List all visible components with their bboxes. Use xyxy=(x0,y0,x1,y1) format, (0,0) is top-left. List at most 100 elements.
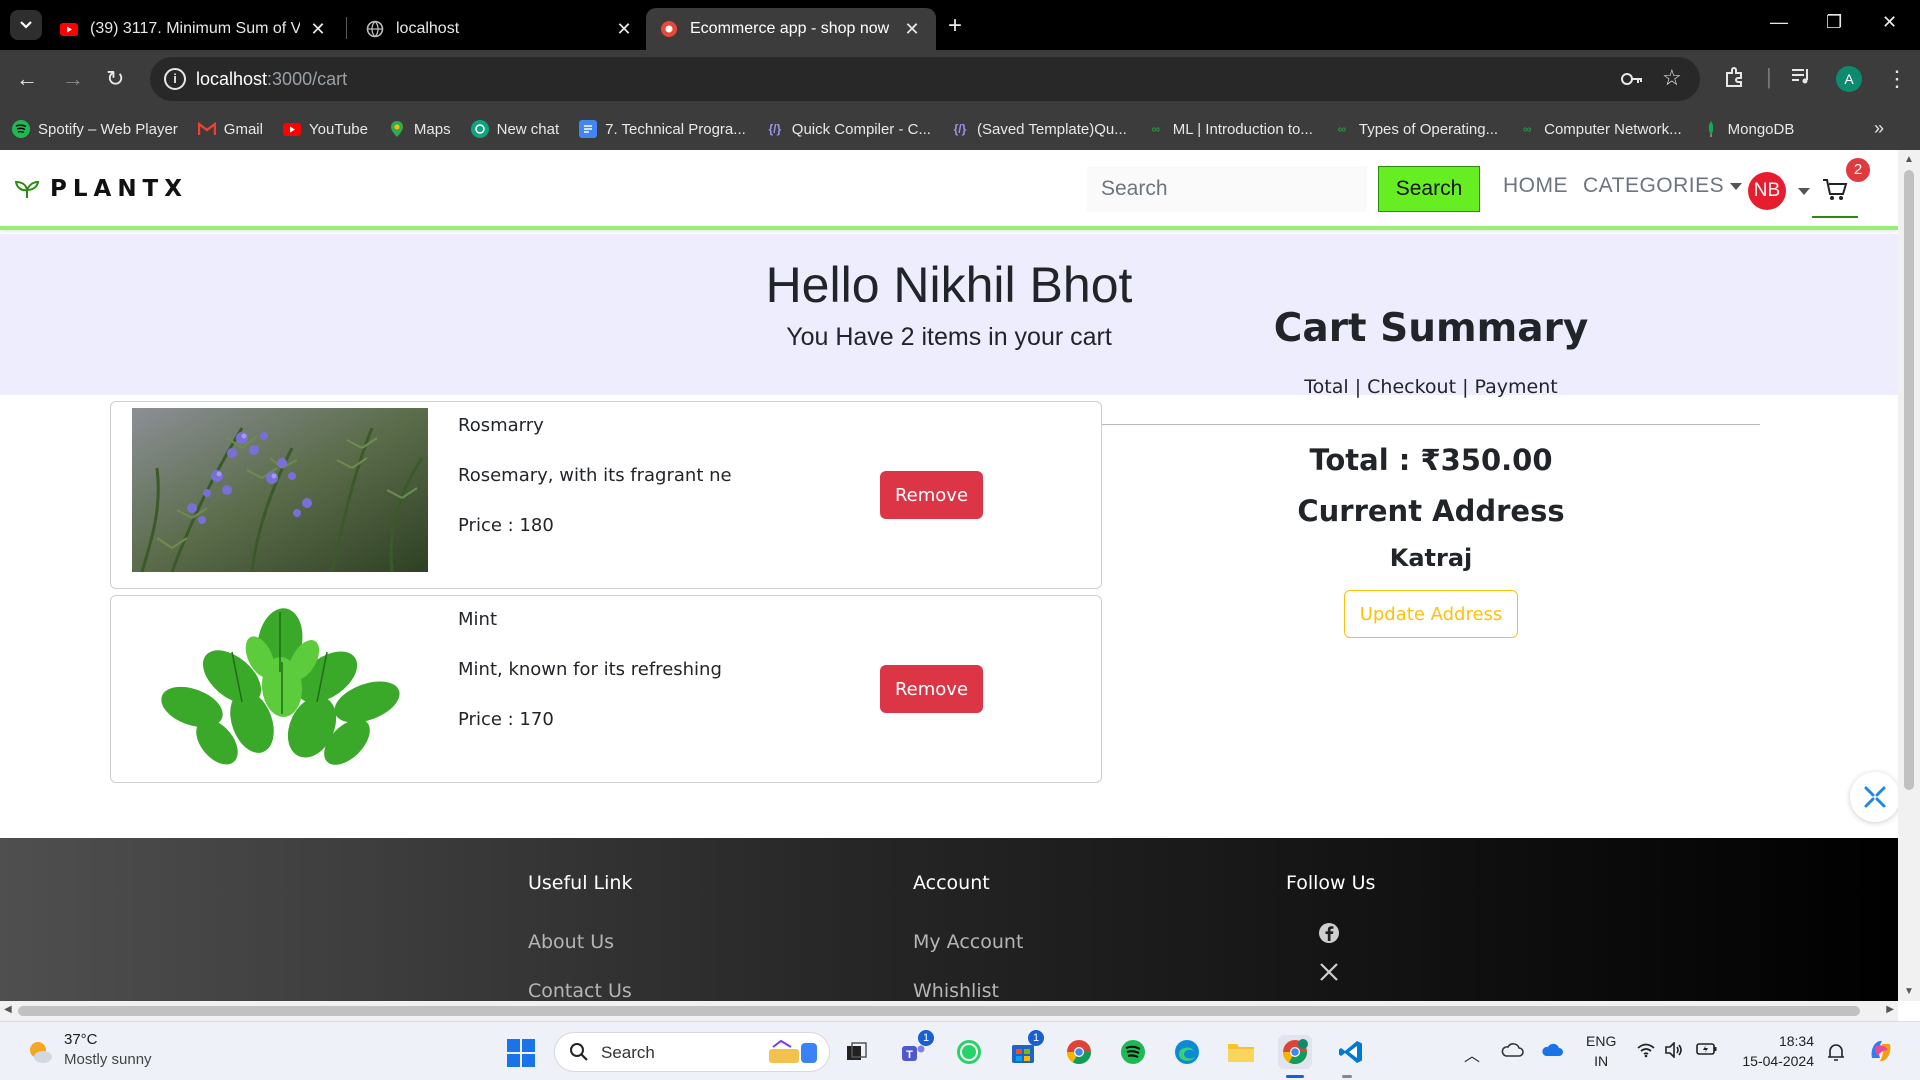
nav-categories-dropdown[interactable]: CATEGORIES xyxy=(1583,174,1743,198)
bookmark-ml-intro[interactable]: ∞ ML | Introduction to... xyxy=(1147,120,1313,138)
chrome-icon[interactable] xyxy=(1062,1035,1096,1069)
profile-avatar[interactable]: A xyxy=(1836,66,1862,92)
current-address: Katraj xyxy=(1389,544,1473,572)
footer-wishlist-link[interactable]: Whishlist xyxy=(913,980,999,1001)
bookmark-youtube[interactable]: YouTube xyxy=(282,120,368,138)
scroll-right-arrow-icon[interactable]: ▶ xyxy=(1886,1004,1894,1015)
spotify-icon xyxy=(12,120,30,138)
tab-ecommerce[interactable]: Ecommerce app - shop now ✕ xyxy=(646,8,936,50)
bookmark-quick-compiler[interactable]: {/} Quick Compiler - C... xyxy=(766,120,931,138)
bookmark-star-icon[interactable]: ☆ xyxy=(1662,65,1682,91)
input-language-indicator[interactable]: ENG IN xyxy=(1586,1031,1616,1071)
weather-condition[interactable]: Mostly sunny xyxy=(64,1051,152,1068)
site-info-icon[interactable]: i xyxy=(164,68,186,90)
scroll-down-arrow-icon[interactable]: ▼ xyxy=(1904,986,1914,997)
wifi-icon[interactable] xyxy=(1636,1042,1656,1058)
url-text: localhost:3000/cart xyxy=(196,69,348,89)
scroll-left-arrow-icon[interactable]: ◀ xyxy=(4,1004,12,1015)
media-controls-icon[interactable] xyxy=(1790,66,1812,86)
bookmark-mongodb[interactable]: MongoDB xyxy=(1702,120,1795,138)
bookmark-label: Gmail xyxy=(223,120,263,138)
weather-temperature[interactable]: 37°C xyxy=(64,1031,98,1048)
task-view-icon[interactable] xyxy=(840,1035,874,1069)
user-avatar[interactable]: NB xyxy=(1748,172,1786,210)
menu-kebab-icon[interactable]: ⋮ xyxy=(1886,66,1908,92)
bookmark-label: (Saved Template)Qu... xyxy=(976,120,1127,138)
windows-start-icon[interactable] xyxy=(506,1038,536,1068)
brand-name: PLANTX xyxy=(50,176,188,202)
bookmark-saved-template[interactable]: {/} (Saved Template)Qu... xyxy=(951,120,1127,138)
restore-icon[interactable]: ❐ xyxy=(1826,12,1842,33)
notification-bell-icon[interactable] xyxy=(1826,1042,1846,1062)
chrome-active-icon[interactable] xyxy=(1278,1035,1312,1069)
scroll-up-arrow-icon[interactable]: ▲ xyxy=(1904,154,1914,165)
scrollbar-thumb[interactable] xyxy=(18,1006,1860,1016)
onedrive-blue-icon[interactable] xyxy=(1540,1042,1564,1058)
close-tab-icon[interactable]: ✕ xyxy=(614,19,634,40)
search-button[interactable]: Search xyxy=(1378,166,1480,212)
footer-useful-link-heading: Useful Link xyxy=(528,872,633,894)
bookmark-maps[interactable]: Maps xyxy=(388,120,451,138)
bookmark-gmail[interactable]: Gmail xyxy=(197,120,263,138)
tab-localhost[interactable]: localhost ✕ xyxy=(352,8,648,50)
bookmark-label: MongoDB xyxy=(1727,120,1795,138)
item-price: Price : 180 xyxy=(458,515,554,536)
bookmark-spotify[interactable]: Spotify – Web Player xyxy=(12,120,178,138)
x-twitter-icon[interactable] xyxy=(1319,962,1339,982)
whatsapp-icon[interactable] xyxy=(952,1035,986,1069)
extensions-icon[interactable] xyxy=(1724,66,1746,88)
user-menu-caret-icon[interactable] xyxy=(1798,188,1810,195)
remove-item-button[interactable]: Remove xyxy=(880,471,983,519)
maps-icon xyxy=(388,120,406,138)
vscode-icon[interactable] xyxy=(1334,1035,1368,1069)
weather-sun-cloud-icon[interactable] xyxy=(26,1038,54,1066)
toolbar-divider: | xyxy=(1766,64,1772,89)
bookmark-os-types[interactable]: ∞ Types of Operating... xyxy=(1333,120,1499,138)
facebook-icon[interactable] xyxy=(1318,922,1340,944)
bookmark-technical[interactable]: 7. Technical Progra... xyxy=(579,120,746,138)
copilot-icon[interactable] xyxy=(1866,1036,1896,1066)
back-arrow-icon[interactable]: ← xyxy=(16,66,38,92)
running-app-indicator xyxy=(1342,1075,1352,1078)
close-tab-icon[interactable]: ✕ xyxy=(902,19,922,40)
close-window-icon[interactable]: ✕ xyxy=(1882,12,1897,33)
search-icon xyxy=(570,1043,588,1061)
nav-home-link[interactable]: HOME xyxy=(1503,174,1568,198)
battery-charging-icon[interactable] xyxy=(1696,1042,1718,1056)
bookmark-computer-network[interactable]: ∞ Computer Network... xyxy=(1518,120,1682,138)
more-bookmarks-icon[interactable]: » xyxy=(1874,118,1884,139)
remove-item-button[interactable]: Remove xyxy=(880,665,983,713)
search-input[interactable] xyxy=(1087,166,1367,212)
scrollbar-thumb[interactable] xyxy=(1904,170,1914,790)
minimize-icon[interactable]: — xyxy=(1770,12,1788,33)
file-explorer-icon[interactable] xyxy=(1224,1035,1258,1069)
footer-contact-link[interactable]: Contact Us xyxy=(528,980,632,1001)
update-address-button[interactable]: Update Address xyxy=(1344,590,1518,638)
footer-about-link[interactable]: About Us xyxy=(528,931,614,953)
system-clock[interactable]: 18:34 15-04-2024 xyxy=(1742,1031,1814,1071)
volume-icon[interactable] xyxy=(1664,1042,1684,1058)
show-hidden-icons-chevron[interactable]: ︿ xyxy=(1464,1042,1480,1066)
password-key-icon[interactable] xyxy=(1620,68,1644,90)
brand-logo[interactable]: PLANTX xyxy=(14,176,188,202)
summary-subtitle: Total | Checkout | Payment xyxy=(1304,376,1558,398)
taskbar-search[interactable]: Search xyxy=(554,1032,830,1072)
vertical-scrollbar[interactable]: ▲ ▼ xyxy=(1898,150,1920,1001)
compiler-icon: {/} xyxy=(953,122,967,136)
tab-youtube[interactable]: (39) 3117. Minimum Sum of Val ✕ xyxy=(46,8,342,50)
forward-arrow-icon[interactable]: → xyxy=(62,66,84,92)
reload-icon[interactable]: ↻ xyxy=(106,66,124,92)
cart-item-card: Mint Mint, known for its refreshing Pric… xyxy=(110,595,1102,783)
onedrive-cloud-icon[interactable] xyxy=(1500,1042,1524,1058)
new-tab-button[interactable]: + xyxy=(948,12,962,40)
horizontal-scrollbar[interactable]: ◀ ▶ xyxy=(0,1001,1898,1021)
floating-assistant-button[interactable] xyxy=(1850,772,1898,822)
edge-icon[interactable] xyxy=(1170,1035,1204,1069)
bookmark-new-chat[interactable]: New chat xyxy=(470,120,559,138)
spotify-icon[interactable] xyxy=(1116,1035,1150,1069)
address-bar[interactable]: i localhost:3000/cart ☆ xyxy=(150,57,1700,101)
footer-my-account-link[interactable]: My Account xyxy=(913,931,1023,953)
tab-search-button[interactable] xyxy=(10,10,42,40)
close-tab-icon[interactable]: ✕ xyxy=(308,19,328,40)
gfg-icon: ∞ xyxy=(1522,122,1532,136)
